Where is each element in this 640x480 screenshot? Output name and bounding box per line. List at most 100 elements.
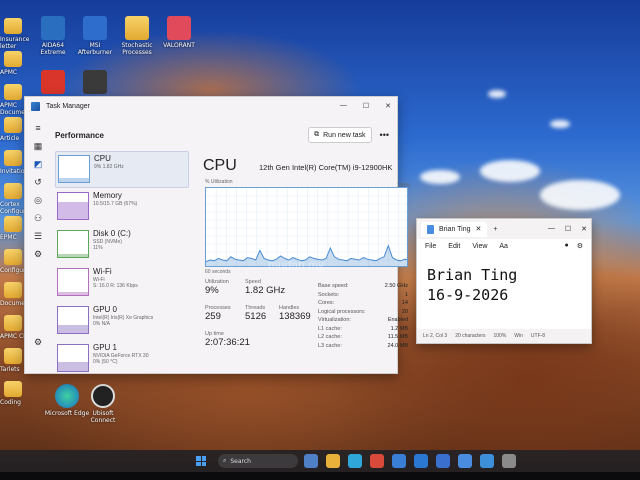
notepad-tabbar[interactable]: Brian Ting ✕ + — ☐ ✕ — [417, 219, 591, 239]
spec-row: Virtualization: Enabled — [318, 317, 408, 326]
desktop-icon-valorant[interactable]: VALORANT — [156, 16, 202, 49]
task-manager-icon — [31, 101, 40, 111]
zoom-level: 100% — [493, 333, 507, 339]
perf-item-name: CPU — [94, 154, 111, 163]
notepad-text-area[interactable]: Brian Ting 16-9-2026 — [417, 253, 591, 329]
desktop-icon-stochastic-processes[interactable]: Stochastic Processes — [114, 16, 160, 56]
notepad-window[interactable]: Brian Ting ✕ + — ☐ ✕ File Edit View Aa ●… — [416, 218, 592, 344]
close-icon[interactable]: ✕ — [581, 225, 587, 233]
ubisoft-icon — [91, 384, 115, 408]
close-tab-icon[interactable]: ✕ — [476, 225, 482, 233]
notepad-tab[interactable]: Brian Ting ✕ — [421, 221, 488, 237]
notepad-icon[interactable] — [480, 454, 494, 468]
hamburger-icon[interactable]: ≡ — [33, 123, 43, 133]
store-icon[interactable] — [392, 454, 406, 468]
cloud — [480, 160, 540, 182]
screen-bezel — [0, 472, 640, 480]
cloud — [488, 90, 506, 98]
task-manager-icon[interactable] — [458, 454, 472, 468]
desktop-icon-folder[interactable]: Insurance letter — [0, 18, 34, 50]
task-manager-titlebar[interactable]: Task Manager — ☐ ✕ — [25, 97, 397, 115]
services-icon[interactable]: ⚙ — [33, 249, 43, 259]
perf-item-wi-fi[interactable]: Wi-Fi Wi-Fi S: 16.0 R: 136 Kbps — [55, 265, 189, 302]
spec-value: 1 — [404, 291, 408, 298]
perf-item-gpu-0[interactable]: GPU 0 Intel(R) Iris(R) Xe Graphics 0% N/A — [55, 303, 189, 340]
details-icon[interactable]: ☰ — [33, 231, 43, 241]
desktop-icon-msi-afterburner[interactable]: MSI Afterburner — [72, 16, 118, 56]
desktop-icon-aida64[interactable]: AIDA64 Extreme — [30, 16, 76, 56]
processes-icon[interactable]: ▦ — [33, 141, 43, 151]
settings-icon[interactable]: ⚙ — [577, 242, 583, 250]
perf-level-fill — [58, 201, 88, 219]
file-explorer-icon[interactable] — [326, 454, 340, 468]
stat-utilization: Utilization 9% — [205, 279, 229, 296]
text-format-icon[interactable]: Aa — [499, 243, 508, 250]
perf-item-detail: S: 16.0 R: 136 Kbps — [93, 283, 138, 289]
perf-thumbnail — [57, 344, 89, 372]
menu-edit[interactable]: Edit — [448, 243, 460, 250]
widgets-icon[interactable] — [304, 454, 318, 468]
perf-item-detail: 10.5/15.7 GB (67%) — [93, 201, 138, 207]
perf-item-gpu-1[interactable]: GPU 1 NVIDIA GeForce RTX 30 0% (50 °C) — [55, 341, 189, 378]
task-manager-window[interactable]: Task Manager — ☐ ✕ ≡ ▦ ◩ ↺ ◎ ⚇ ☰ ⚙ ⚙ Per… — [24, 96, 410, 374]
close-icon[interactable]: ✕ — [385, 102, 391, 110]
perf-thumbnail — [58, 155, 90, 183]
desktop-icon-folder[interactable]: Coding — [0, 381, 34, 406]
desktop-icon-label: Coding — [0, 399, 21, 406]
taskbar-search[interactable]: ⌕ Search — [218, 454, 298, 468]
account-icon[interactable]: ● — [564, 242, 568, 250]
edge-icon[interactable] — [348, 454, 362, 468]
folder-icon — [125, 16, 149, 40]
folder-icon — [4, 348, 22, 364]
minimize-icon[interactable]: — — [548, 225, 555, 233]
spec-value: 20 — [401, 308, 408, 315]
stat-threads: Threads 5126 — [245, 305, 267, 322]
performance-icon[interactable]: ◩ — [33, 159, 43, 169]
settings-icon[interactable]: ⚙ — [33, 337, 43, 347]
chrome-icon[interactable] — [370, 454, 384, 468]
alienware-icon[interactable] — [502, 454, 516, 468]
adobe-icon — [41, 70, 65, 94]
app-history-icon[interactable]: ↺ — [33, 177, 43, 187]
photos-icon[interactable] — [436, 454, 450, 468]
notepad-icon — [427, 224, 434, 234]
perf-item-disk-0-c[interactable]: Disk 0 (C:) SSD (NVMe) 11% — [55, 227, 189, 264]
perf-item-memory[interactable]: Memory 10.5/15.7 GB (67%) — [55, 189, 189, 226]
more-options-button[interactable]: ••• — [380, 130, 389, 140]
perf-level-fill — [59, 178, 89, 182]
perf-level-fill — [58, 361, 88, 371]
startup-apps-icon[interactable]: ◎ — [33, 195, 43, 205]
maximize-icon[interactable]: ☐ — [565, 225, 571, 233]
desktop-icon-app[interactable] — [72, 70, 118, 96]
perf-item-name: Wi-Fi — [93, 267, 112, 276]
spec-row: Sockets: 1 — [318, 292, 408, 301]
msi-afterburner-icon — [83, 16, 107, 40]
minimize-icon[interactable]: — — [340, 102, 347, 110]
desktop-icon-ubisoft[interactable]: Ubisoft Connect — [80, 384, 126, 424]
spec-value: 2.50 GHz — [384, 283, 408, 289]
folder-icon — [4, 51, 22, 67]
menu-file[interactable]: File — [425, 243, 436, 250]
users-icon[interactable]: ⚇ — [33, 213, 43, 223]
text-line-2: 16-9-2026 — [427, 286, 509, 304]
line-ending: Win — [514, 333, 523, 339]
cpu-model: 12th Gen Intel(R) Core(TM) i9-12900HK — [259, 163, 393, 172]
folder-icon — [4, 249, 22, 265]
desktop-icon-app[interactable] — [30, 70, 76, 96]
perf-item-name: GPU 0 — [93, 305, 118, 314]
perf-item-cpu[interactable]: CPU 9% 1.82 GHz — [55, 151, 189, 188]
maximize-icon[interactable]: ☐ — [363, 102, 369, 110]
game-icon — [83, 70, 107, 94]
run-new-task-button[interactable]: ⧉ Run new task — [308, 127, 372, 143]
stat-uptime: Up time 2:07:36:21 — [205, 331, 250, 348]
spec-row: Cores: 14 — [318, 300, 408, 309]
menu-view[interactable]: View — [472, 243, 487, 250]
desktop-icon-folder[interactable]: APMC — [0, 51, 34, 76]
perf-item-name: Disk 0 (C:) — [93, 229, 131, 238]
search-icon: ⌕ — [223, 457, 227, 464]
new-tab-button[interactable]: + — [493, 226, 497, 233]
perf-item-detail: 9% 1.82 GHz — [94, 164, 124, 170]
mail-icon[interactable] — [414, 454, 428, 468]
spec-row: L2 cache: 11.5 MB — [318, 334, 408, 343]
start-button[interactable] — [196, 456, 206, 466]
